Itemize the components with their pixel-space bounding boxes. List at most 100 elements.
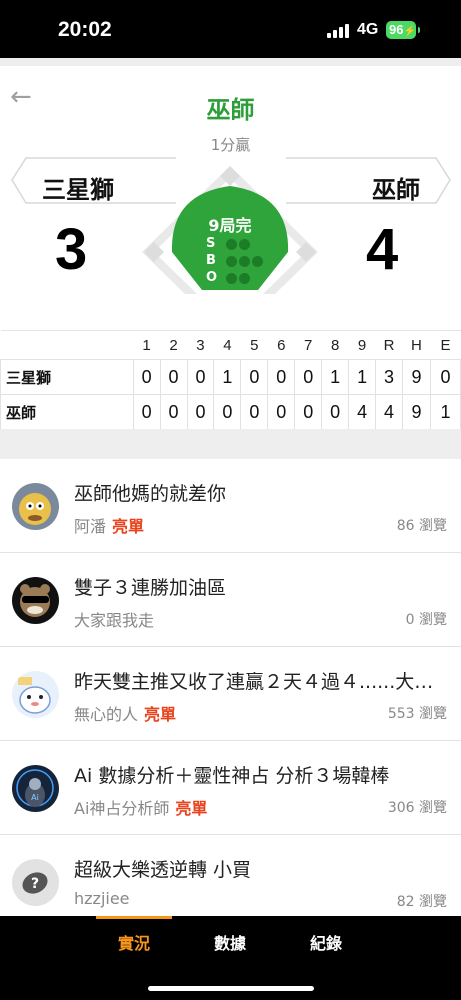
linescore-cell: 0 [267, 394, 296, 430]
network-type: 4G [357, 21, 379, 38]
inning-header: 9 [348, 330, 376, 360]
away-team-name[interactable]: 三星獅 [42, 170, 114, 205]
avatar[interactable]: ? [12, 859, 59, 906]
strike-light [239, 239, 250, 250]
home-indicator [148, 986, 314, 991]
out-light [226, 273, 237, 284]
battery-icon: 96⚡ [386, 21, 420, 39]
linescore-cell: 1 [321, 359, 350, 395]
inning-header: 4 [213, 330, 241, 360]
post-views: 86 瀏覽 [396, 518, 447, 534]
battery-level: 96 [389, 22, 404, 37]
home-team-name[interactable]: 巫師 [372, 170, 420, 205]
winner-team: 巫師 [206, 96, 255, 124]
linescore-runs: 3 [375, 359, 403, 395]
avatar[interactable] [12, 483, 59, 530]
ball-light [226, 256, 237, 267]
post-item[interactable]: 昨天雙主推又收了連贏２天４過４......大… 無心的人 亮單 553 瀏覽 [0, 647, 461, 741]
status-bar: 20:02 4G 96⚡ [0, 0, 461, 58]
linescore-header-row: 1 2 3 4 5 6 7 8 9 R H E [0, 330, 461, 360]
post-author: hzzjiee [74, 889, 130, 908]
linescore-team-name: 三星獅 [0, 359, 134, 395]
post-badge: 亮單 [112, 517, 145, 536]
cellular-signal-icon [327, 24, 351, 38]
author-name: 大家跟我走 [74, 611, 155, 630]
post-title[interactable]: Ai 數據分析＋靈性神占 分析３場韓棒 [74, 761, 446, 788]
author-name: 阿潘 [74, 517, 107, 536]
away-score: 3 [55, 217, 88, 282]
post-list: 巫師他媽的就差你 阿潘 亮單 86 瀏覽 雙子３連勝加油區 大家跟我走 0 瀏覽 … [0, 459, 461, 929]
author-name: hzzjiee [74, 889, 130, 908]
inning-header: 8 [321, 330, 349, 360]
linescore-cell: 0 [321, 394, 350, 430]
tab-records[interactable]: 紀錄 [310, 930, 342, 954]
linescore-cell: 0 [186, 359, 215, 395]
inning-header: 6 [267, 330, 295, 360]
post-item[interactable]: ? 超級大樂透逆轉 小買 hzzjiee 82 瀏覽 [0, 835, 461, 929]
inning-status: 9局完 [208, 216, 252, 235]
linescore-cell: 0 [132, 359, 161, 395]
avatar[interactable]: Ai [12, 765, 59, 812]
post-title[interactable]: 巫師他媽的就差你 [74, 479, 446, 506]
ball-light [252, 256, 263, 267]
linescore-cell: 1 [213, 359, 242, 395]
section-divider [0, 429, 461, 459]
hits-header: H [402, 330, 431, 360]
post-item[interactable]: Ai Ai 數據分析＋靈性神占 分析３場韓棒 Ai神占分析師 亮單 306 瀏覽 [0, 741, 461, 835]
svg-text:?: ? [31, 876, 39, 892]
linescore-cell: 4 [348, 394, 377, 430]
linescore-row-away: 三星獅 0 0 0 1 0 0 0 1 1 3 9 0 [0, 359, 461, 395]
author-name: Ai神占分析師 [74, 799, 170, 818]
post-title[interactable]: 昨天雙主推又收了連贏２天４過４......大… [74, 667, 446, 694]
runs-header: R [375, 330, 403, 360]
game-header: ← 巫師 1分贏 三星獅 巫師 3 4 9局完 S B O [0, 58, 461, 330]
inning-header: 2 [160, 330, 187, 360]
svg-text:Ai: Ai [31, 793, 39, 802]
linescore-cell: 0 [240, 359, 269, 395]
linescore-cell: 0 [213, 394, 242, 430]
linescore-cell: 0 [294, 359, 323, 395]
ball-light [239, 256, 250, 267]
linescore-cell: 0 [294, 394, 323, 430]
strike-light [226, 239, 237, 250]
avatar[interactable] [12, 577, 59, 624]
author-name: 無心的人 [74, 705, 139, 724]
post-badge: 亮單 [144, 705, 177, 724]
baseball-diamond: 9局完 S B O [140, 164, 320, 294]
result-text: 1分贏 [210, 136, 251, 154]
post-item[interactable]: 雙子３連勝加油區 大家跟我走 0 瀏覽 [0, 553, 461, 647]
linescore-team-name: 巫師 [0, 394, 134, 430]
inning-header: 5 [240, 330, 268, 360]
tab-stats[interactable]: 數據 [214, 930, 246, 954]
linescore-errors: 1 [429, 394, 461, 430]
post-author: 大家跟我走 [74, 607, 154, 631]
post-title[interactable]: 雙子３連勝加油區 [74, 573, 446, 600]
post-views: 82 瀏覽 [396, 894, 447, 910]
header-blank [0, 330, 134, 360]
home-score: 4 [366, 217, 399, 282]
linescore-runs: 4 [375, 394, 403, 430]
post-item[interactable]: 巫師他媽的就差你 阿潘 亮單 86 瀏覽 [0, 459, 461, 553]
linescore-errors: 0 [429, 359, 461, 395]
linescore-cell: 0 [240, 394, 269, 430]
status-time: 20:02 [58, 18, 112, 41]
linescore-cell: 0 [267, 359, 296, 395]
tab-live[interactable]: 實況 [118, 930, 150, 954]
linescore-cell: 1 [348, 359, 377, 395]
linescore-hits: 9 [402, 359, 431, 395]
post-author: Ai神占分析師 亮單 [74, 795, 207, 819]
post-author: 無心的人 亮單 [74, 701, 176, 725]
linescore-cell: 0 [159, 394, 188, 430]
inning-header: 7 [294, 330, 322, 360]
post-badge: 亮單 [175, 799, 208, 818]
avatar[interactable] [12, 671, 59, 718]
post-title[interactable]: 超級大樂透逆轉 小買 [74, 855, 446, 882]
out-label: O [206, 270, 218, 285]
post-author: 阿潘 亮單 [74, 513, 144, 537]
inning-header: 1 [133, 330, 161, 360]
post-views: 553 瀏覽 [387, 706, 447, 722]
ball-label: B [206, 253, 216, 268]
post-views: 306 瀏覽 [387, 800, 447, 816]
linescore-cell: 0 [132, 394, 161, 430]
linescore-cell: 0 [186, 394, 215, 430]
